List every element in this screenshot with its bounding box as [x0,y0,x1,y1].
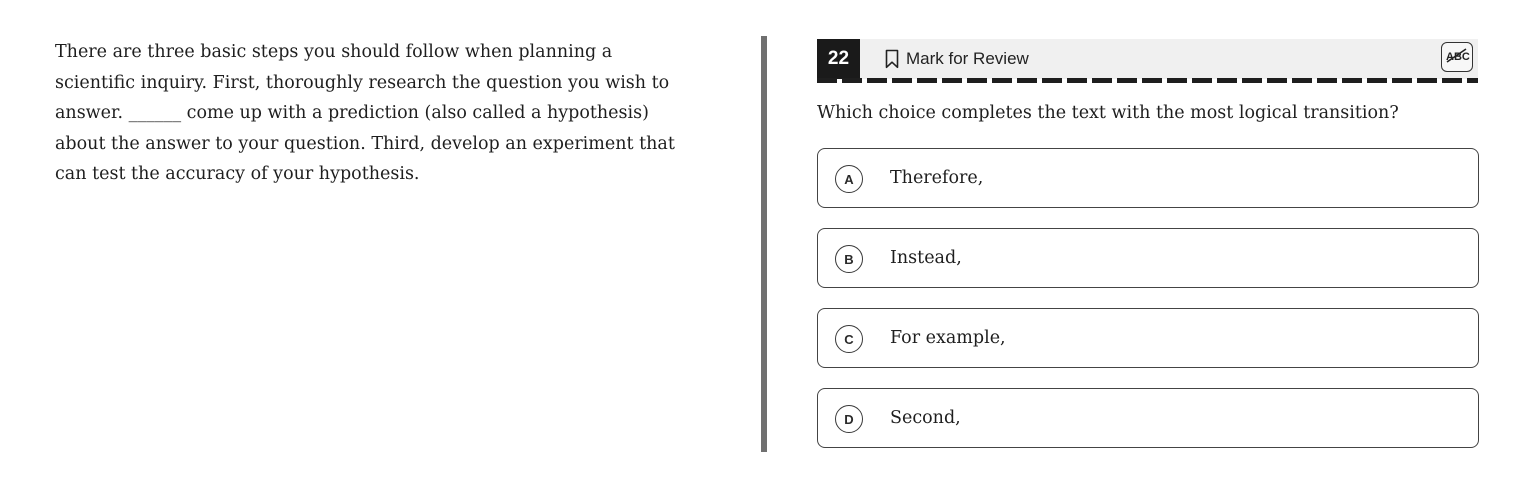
mark-for-review-button[interactable]: Mark for Review [885,39,1029,79]
choice-letter-d: D [835,405,863,433]
passage-text: There are three basic steps you should f… [55,42,675,184]
pane-divider[interactable] [761,36,767,452]
header-dashed-rule [817,78,1478,83]
bookmark-icon [885,49,899,69]
question-prompt: Which choice completes the text with the… [817,103,1399,123]
answer-eliminator-button[interactable]: ABC [1441,42,1473,72]
choice-letter-a: A [835,165,863,193]
choice-c[interactable]: C For example, [817,308,1479,368]
choice-letter-c: C [835,325,863,353]
choice-b[interactable]: B Instead, [817,228,1479,288]
choice-text-b: Instead, [890,248,962,268]
choice-text-a: Therefore, [890,168,984,188]
choice-d[interactable]: D Second, [817,388,1479,448]
choice-letter-b: B [835,245,863,273]
choice-text-c: For example, [890,328,1006,348]
question-header: 22 Mark for Review ABC [817,39,1478,79]
question-number: 22 [817,39,860,79]
abc-strikethrough-icon: ABC [1444,45,1470,69]
choice-a[interactable]: A Therefore, [817,148,1479,208]
choice-text-d: Second, [890,408,961,428]
mark-for-review-label: Mark for Review [906,49,1029,68]
